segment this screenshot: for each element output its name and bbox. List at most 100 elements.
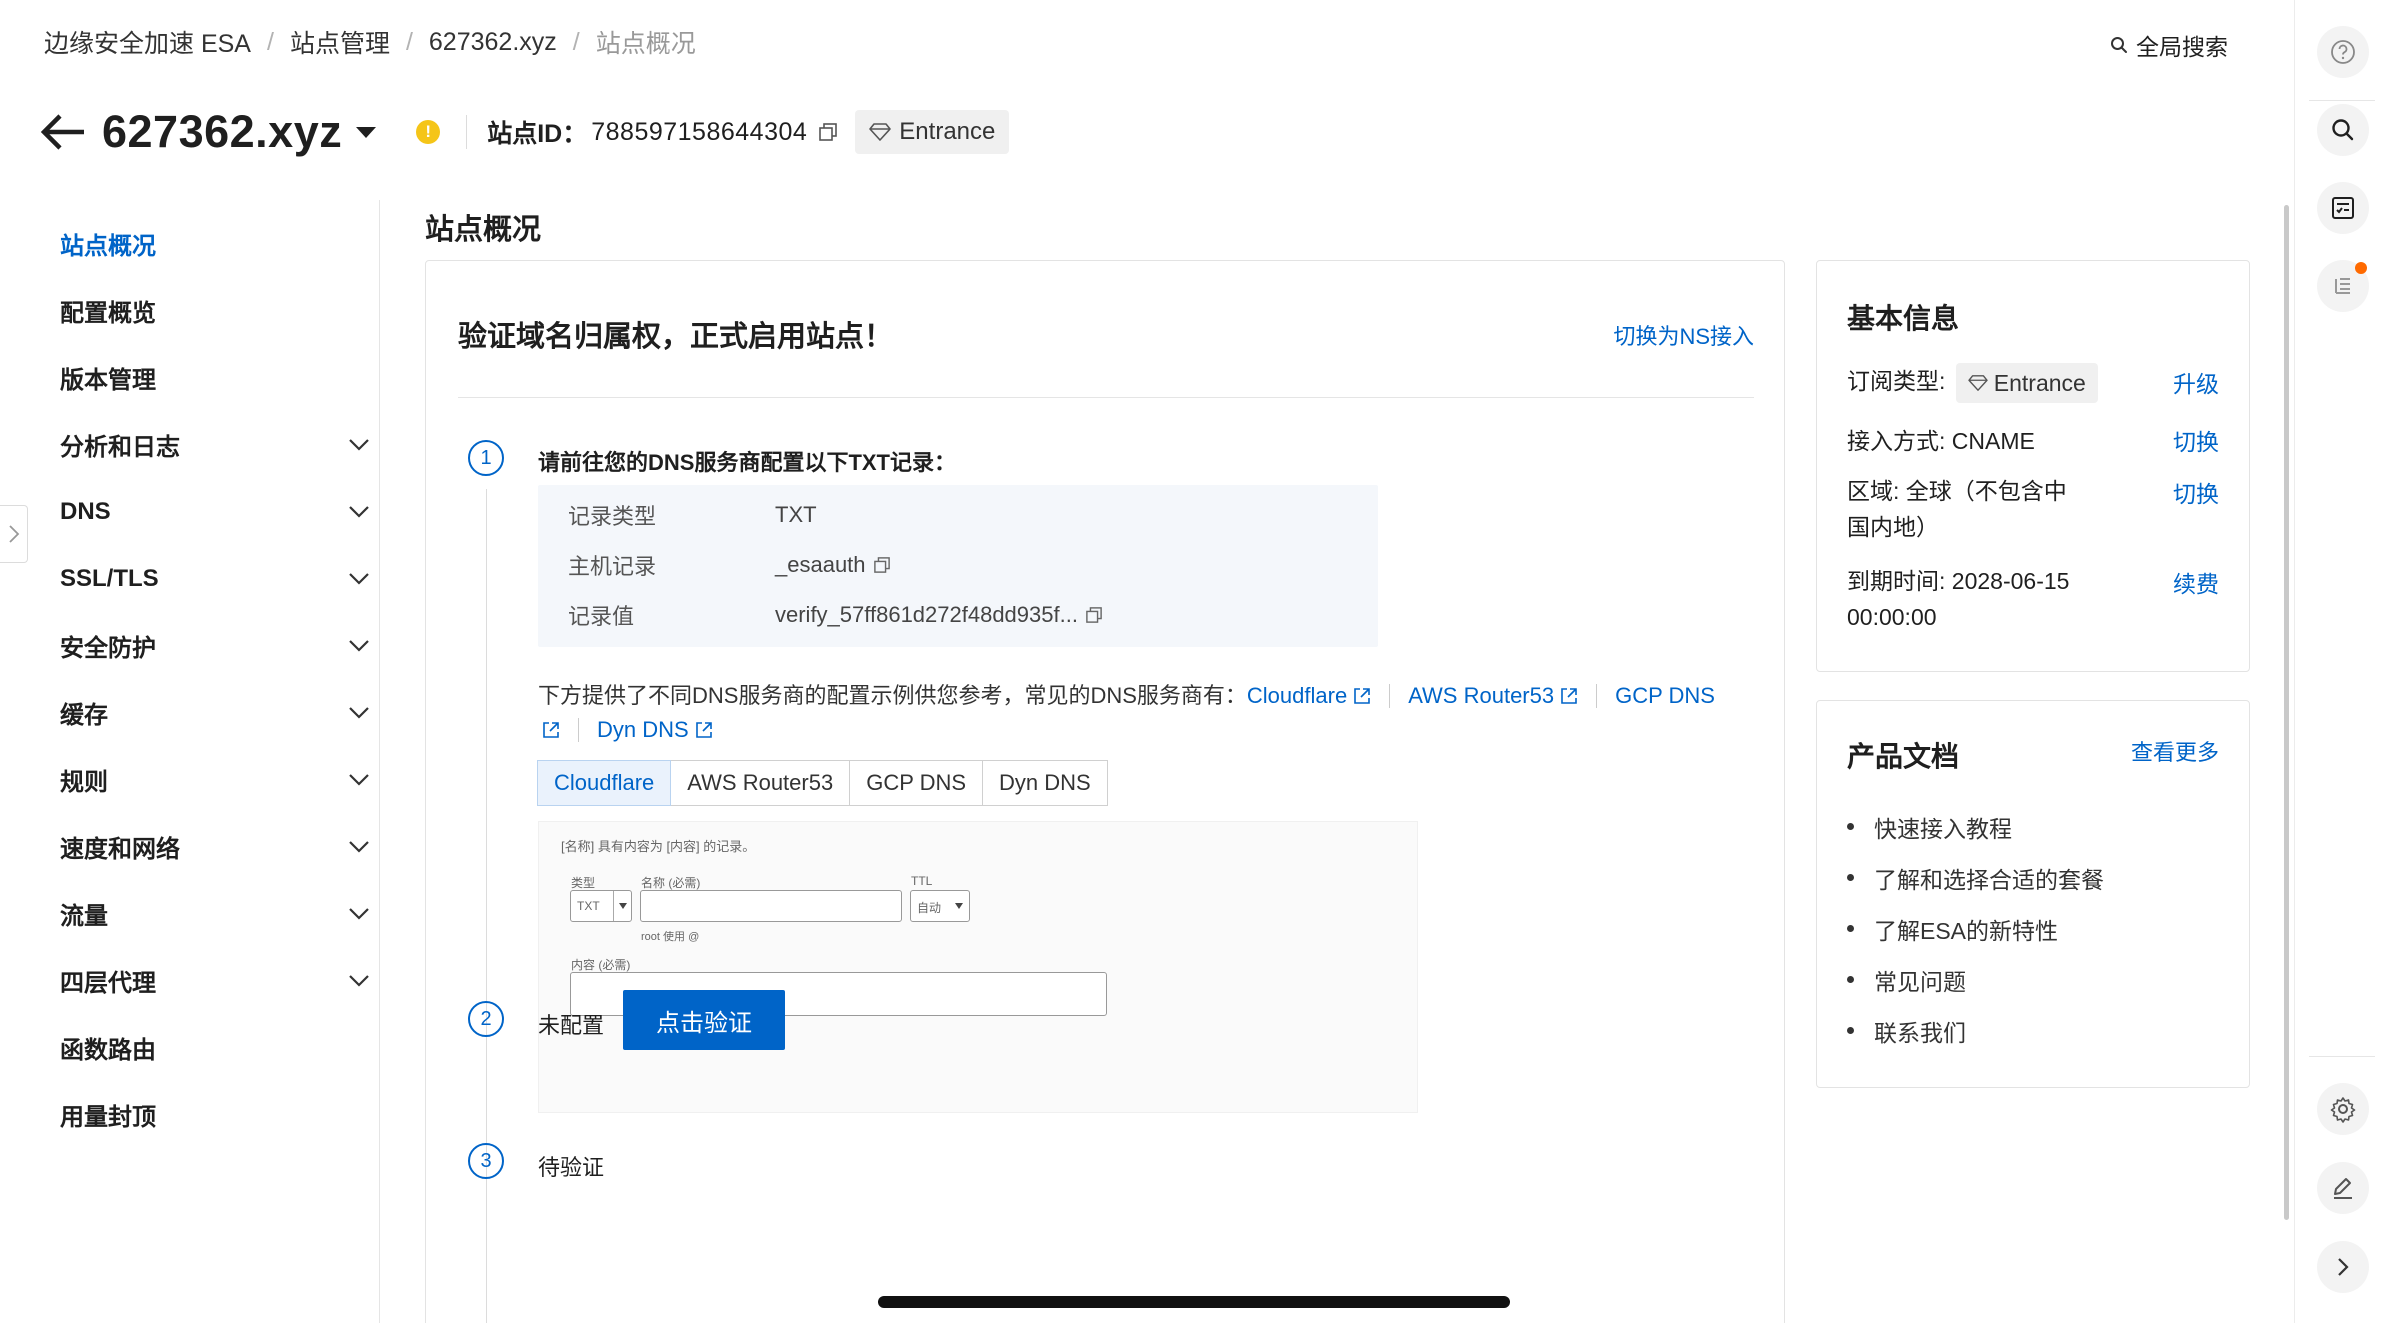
nav-item-label: 四层代理 — [60, 970, 156, 997]
edit-button[interactable] — [2317, 1162, 2369, 1214]
example-type-select: TXT — [570, 890, 632, 922]
provider-link-dyn[interactable]: Dyn DNS — [597, 717, 713, 742]
nav-item-traffic[interactable]: 流量 — [60, 880, 370, 947]
global-search-button[interactable]: 全局搜索 — [2110, 28, 2228, 62]
home-indicator — [878, 1296, 1510, 1308]
search-button[interactable] — [2317, 104, 2369, 156]
global-search-label: 全局搜索 — [2136, 34, 2228, 60]
nav-item-version-management[interactable]: 版本管理 — [60, 344, 370, 411]
provider-intro: 下方提供了不同DNS服务商的配置示例供您参考，常见的DNS服务商有： — [538, 683, 1247, 708]
caret-down-icon — [955, 903, 963, 909]
checklist-button[interactable] — [2317, 182, 2369, 234]
record-value: TXT — [775, 502, 817, 528]
provider-link-aws[interactable]: AWS Router53 — [1408, 683, 1578, 708]
verify-button[interactable]: 点击验证 — [623, 990, 785, 1050]
tab-gcp-dns[interactable]: GCP DNS — [849, 760, 984, 806]
breadcrumb-item-site-management[interactable]: 站点管理 — [290, 24, 390, 60]
record-row-type: 记录类型 TXT — [568, 499, 817, 531]
expire-time: 到期时间: 2028-06-15 00:00:00 — [1847, 568, 2070, 630]
copy-icon[interactable] — [873, 557, 890, 573]
verification-card: 验证域名归属权，正式启用站点！ 切换为NS接入 1 请前往您的DNS服务商配置以… — [425, 260, 1785, 1323]
docs-list: 快速接入教程 了解和选择合适的套餐 了解ESA的新特性 常见问题 联系我们 — [1847, 801, 2104, 1056]
breadcrumb-item-site[interactable]: 627362.xyz — [429, 28, 557, 57]
subscription-value: Entrance — [1993, 370, 2086, 396]
doc-link-new-features[interactable]: 了解ESA的新特性 — [1847, 903, 2104, 954]
warning-icon[interactable]: ! — [416, 120, 441, 144]
breadcrumb-item-current: 站点概况 — [595, 30, 696, 58]
breadcrumb-item-esa[interactable]: 边缘安全加速 ESA — [44, 24, 251, 60]
switch-access-link[interactable]: 切换 — [2173, 423, 2219, 457]
tab-dyn-dns[interactable]: Dyn DNS — [982, 760, 1108, 806]
nav-item-analytics-logs[interactable]: 分析和日志 — [60, 411, 370, 478]
doc-link-plans[interactable]: 了解和选择合适的套餐 — [1847, 852, 2104, 903]
nav-item-label: 函数路由 — [60, 1037, 156, 1064]
nav-item-cache[interactable]: 缓存 — [60, 679, 370, 746]
caret-down-icon — [619, 903, 627, 909]
diamond-icon — [1968, 375, 1988, 391]
divider — [2309, 1056, 2375, 1057]
provider-link-cloudflare[interactable]: Cloudflare — [1247, 683, 1371, 708]
record-value-text: verify_57ff861d272f48dd935f... — [775, 602, 1078, 627]
renew-link[interactable]: 续费 — [2173, 565, 2219, 599]
nav-item-l4-proxy[interactable]: 四层代理 — [60, 947, 370, 1014]
record-value-text: TXT — [775, 502, 817, 527]
nav-item-dns[interactable]: DNS — [60, 478, 370, 545]
nav-item-usage-cap[interactable]: 用量封顶 — [60, 1081, 370, 1148]
nav-item-label: 安全防护 — [60, 635, 156, 662]
doc-link-contact[interactable]: 联系我们 — [1847, 1005, 2104, 1056]
divider — [578, 718, 579, 742]
sidebar-toggle-button[interactable] — [0, 505, 28, 563]
divider — [1596, 684, 1598, 708]
nav-item-speed-network[interactable]: 速度和网络 — [60, 813, 370, 880]
copy-icon[interactable] — [819, 123, 838, 141]
help-button[interactable] — [2317, 26, 2369, 78]
nav-item-label: 流量 — [60, 903, 108, 930]
settings-button[interactable] — [2317, 1083, 2369, 1135]
copy-icon[interactable] — [1086, 607, 1102, 623]
breadcrumb-separator: / — [266, 27, 274, 56]
switch-to-ns-link[interactable]: 切换为NS接入 — [1613, 319, 1754, 351]
site-id-label: 站点ID： — [487, 120, 588, 148]
tab-cloudflare[interactable]: Cloudflare — [537, 760, 672, 806]
expand-button[interactable] — [2317, 1241, 2369, 1293]
nav-item-config-overview[interactable]: 配置概览 — [60, 277, 370, 344]
doc-link-quick-start[interactable]: 快速接入教程 — [1847, 801, 2104, 852]
scrollbar[interactable] — [2284, 205, 2289, 1220]
back-arrow-icon[interactable] — [40, 112, 86, 152]
edit-icon — [2334, 1178, 2352, 1199]
checklist-icon — [2332, 197, 2354, 219]
example-name-hint: root 使用 @ — [641, 931, 700, 943]
chevron-down-icon — [349, 438, 369, 451]
tab-aws-router53[interactable]: AWS Router53 — [670, 760, 851, 806]
upgrade-link[interactable]: 升级 — [2173, 365, 2219, 399]
external-link-icon — [1354, 688, 1370, 704]
nav-item-site-overview[interactable]: 站点概况 — [60, 210, 370, 277]
nav-item-ssl-tls[interactable]: SSL/TLS — [60, 545, 370, 612]
caret-down-icon[interactable] — [354, 124, 378, 140]
example-ttl-value: 自动 — [917, 901, 942, 915]
view-more-link[interactable]: 查看更多 — [2131, 735, 2219, 767]
sidebar-divider — [379, 200, 380, 1323]
nav-item-function-routing[interactable]: 函数路由 — [60, 1014, 370, 1081]
subscription-row: 订阅类型: Entrance — [1847, 363, 2147, 403]
nav-item-label: 速度和网络 — [60, 836, 180, 863]
notes-button[interactable] — [2317, 260, 2369, 312]
nav-item-security[interactable]: 安全防护 — [60, 612, 370, 679]
divider — [2309, 100, 2375, 101]
nav-item-label: 缓存 — [60, 702, 108, 729]
nav-item-label: 配置概览 — [60, 300, 156, 327]
doc-link-faq[interactable]: 常见问题 — [1847, 954, 2104, 1005]
chevron-down-icon — [349, 840, 369, 853]
switch-region-link[interactable]: 切换 — [2173, 475, 2219, 509]
nav-item-rules[interactable]: 规则 — [60, 746, 370, 813]
chevron-right-icon — [8, 525, 19, 543]
external-link-icon — [1561, 688, 1577, 704]
record-key: 记录值 — [568, 604, 635, 629]
config-example-screenshot: [名称] 具有内容为 [内容] 的记录。 类型 名称 (必需) TTL TXT … — [538, 821, 1418, 1113]
record-row-value: 记录值 verify_57ff861d272f48dd935f... — [568, 599, 1102, 631]
divider — [466, 115, 468, 149]
provider-link-label: Cloudflare — [1246, 683, 1348, 708]
site-id: 站点ID： 788597158644304 — [487, 114, 838, 150]
help-icon — [2331, 40, 2355, 64]
chevron-down-icon — [349, 505, 369, 518]
